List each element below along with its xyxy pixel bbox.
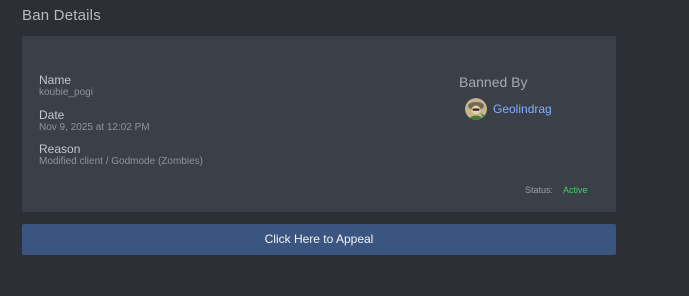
appeal-button[interactable]: Click Here to Appeal (22, 224, 616, 255)
status-badge: Active (563, 185, 588, 195)
reason-value: Modified client / Godmode (Zombies) (39, 156, 203, 167)
date-label: Date (39, 108, 65, 122)
moderator-link[interactable]: Geolindrag (493, 102, 552, 116)
name-value: koubie_pogi (39, 87, 93, 98)
date-value: Nov 9, 2025 at 12:02 PM (39, 122, 150, 133)
page-title: Ban Details (22, 7, 101, 24)
reason-label: Reason (39, 142, 81, 156)
banned-by-heading: Banned By (459, 74, 528, 90)
user-avatar-icon[interactable] (465, 98, 487, 120)
name-label: Name (39, 73, 72, 87)
status-label: Status: (525, 185, 554, 195)
ban-details-card: Name koubie_pogi Date Nov 9, 2025 at 12:… (22, 36, 616, 212)
